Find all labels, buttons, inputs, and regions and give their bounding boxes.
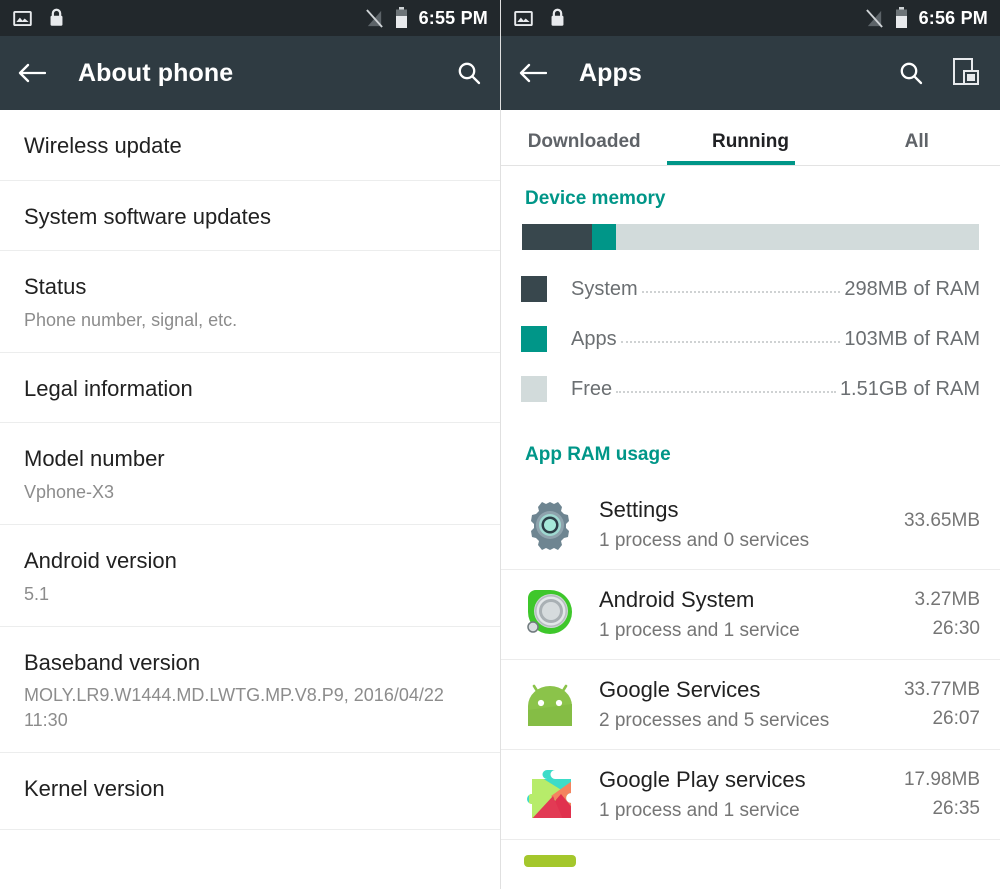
app-name: Google Services (599, 677, 761, 703)
app-time: 26:30 (932, 617, 980, 639)
google-play-puzzle-icon (521, 766, 579, 824)
list-item-subtitle: Vphone-X3 (24, 481, 115, 502)
battery-icon (394, 7, 409, 29)
list-item-subtitle: 5.1 (24, 583, 50, 604)
memory-bar-segment-system (522, 224, 592, 250)
right-clock: 6:56 PM (918, 7, 988, 28)
app-icon-partial (521, 853, 579, 889)
android-robot-icon (521, 676, 579, 734)
memory-bar-segment-apps (591, 224, 617, 250)
legend-label: Apps (571, 327, 617, 350)
search-icon[interactable] (456, 60, 482, 86)
list-item[interactable]: System software updates (0, 181, 500, 251)
lock-icon (548, 7, 567, 29)
about-phone-list: Wireless update System software updates … (0, 110, 500, 831)
back-arrow-icon[interactable] (18, 61, 47, 85)
legend-leader (620, 329, 841, 343)
app-name: Google Play services (599, 767, 806, 793)
list-item-title: Wireless update (24, 133, 182, 158)
legend-value: 103MB of RAM (844, 327, 980, 350)
legend-label: System (571, 277, 638, 300)
battery-icon (894, 7, 909, 29)
legend-value: 298MB of RAM (844, 277, 980, 300)
page-title: About phone (78, 58, 234, 87)
image-icon (513, 8, 534, 29)
list-item[interactable]: Baseband version MOLY.LR9.W1444.MD.LWTG.… (0, 627, 500, 753)
list-item[interactable]: Wireless update (0, 110, 500, 181)
list-item[interactable]: Kernel version (0, 753, 500, 831)
legend-value: 1.51GB of RAM (839, 377, 980, 400)
page-title: Apps (579, 58, 642, 87)
app-name: Settings (599, 497, 679, 523)
app-ram-usage-heading: App RAM usage (525, 444, 671, 465)
right-pane-apps-running: 6:56 PM Apps Downloaded Running All Devi… (500, 0, 1000, 889)
list-item[interactable]: Android System 1 process and 1 service 3… (501, 570, 1000, 660)
swatch-apps (521, 326, 547, 352)
device-memory-heading: Device memory (525, 188, 666, 209)
app-name: Android System (599, 587, 755, 613)
list-item[interactable]: Status Phone number, signal, etc. (0, 251, 500, 353)
legend-row-system: System 298MB of RAM (521, 264, 980, 314)
list-item[interactable]: Google Services 2 processes and 5 servic… (501, 660, 1000, 750)
tab-downloaded[interactable]: Downloaded (501, 131, 667, 165)
list-item-title: Status (24, 274, 87, 299)
swatch-free (521, 376, 547, 402)
legend-row-apps: Apps 103MB of RAM (521, 314, 980, 364)
left-status-bar: 6:55 PM (0, 0, 500, 36)
tab-running[interactable]: Running (667, 131, 833, 165)
left-app-bar: About phone (0, 36, 500, 110)
right-app-bar: Apps (501, 36, 1000, 110)
lock-icon (47, 7, 66, 29)
list-item-title: Baseband version (24, 649, 201, 675)
image-icon (12, 8, 33, 29)
app-detail: 1 process and 0 services (599, 529, 810, 551)
settings-gear-icon (521, 496, 579, 554)
list-item-title: Android version (24, 548, 177, 574)
app-time: 26:35 (932, 797, 980, 819)
list-item[interactable]: Google Play services 1 process and 1 ser… (501, 750, 1000, 840)
memory-legend: System 298MB of RAM Apps 103MB of RAM Fr… (501, 250, 1000, 422)
search-icon[interactable] (898, 60, 924, 86)
swatch-system (521, 276, 547, 302)
list-item-subtitle: Phone number, signal, etc. (24, 309, 238, 330)
tab-all[interactable]: All (834, 131, 1000, 165)
legend-leader (616, 379, 836, 393)
list-item-title: Legal information (24, 375, 193, 401)
app-time: 26:07 (932, 707, 980, 729)
app-size: 33.77MB (903, 679, 980, 701)
dual-screenshot-container: 6:55 PM About phone Wireless update Syst… (0, 0, 1000, 889)
app-size: 33.65MB (903, 510, 980, 532)
apps-tabs: Downloaded Running All (501, 110, 1000, 166)
signal-off-icon (365, 8, 384, 29)
app-size: 17.98MB (903, 769, 980, 791)
device-memory-icon[interactable] (948, 56, 982, 90)
legend-row-free: Free 1.51GB of RAM (521, 364, 980, 414)
right-status-bar: 6:56 PM (501, 0, 1000, 36)
app-detail: 1 process and 1 service (599, 799, 800, 821)
list-item-title: System software updates (24, 203, 272, 229)
legend-label: Free (571, 377, 613, 400)
list-item-title: Model number (24, 446, 165, 472)
android-system-icon (521, 586, 579, 644)
list-item[interactable]: Model number Vphone-X3 (0, 423, 500, 526)
app-ram-usage-list: Settings 1 process and 0 services 33.65M… (501, 480, 1000, 889)
list-item[interactable]: Settings 1 process and 0 services 33.65M… (501, 480, 1000, 570)
left-pane-about-phone: 6:55 PM About phone Wireless update Syst… (0, 0, 500, 889)
app-detail: 2 processes and 5 services (599, 709, 830, 731)
list-item[interactable]: Legal information (0, 353, 500, 424)
back-arrow-icon[interactable] (519, 61, 548, 85)
signal-off-icon (865, 8, 884, 29)
app-size: 3.27MB (914, 589, 980, 611)
left-clock: 6:55 PM (418, 7, 488, 28)
list-item[interactable]: Android version 5.1 (0, 525, 500, 627)
memory-usage-bar (522, 224, 979, 250)
app-detail: 1 process and 1 service (599, 619, 800, 641)
list-item-subtitle: MOLY.LR9.W1444.MD.LWTG.MP.V8.P9, 2016/04… (24, 685, 444, 730)
legend-leader (641, 279, 841, 293)
list-item-partial[interactable] (501, 840, 1000, 889)
list-item-title: Kernel version (24, 775, 165, 801)
